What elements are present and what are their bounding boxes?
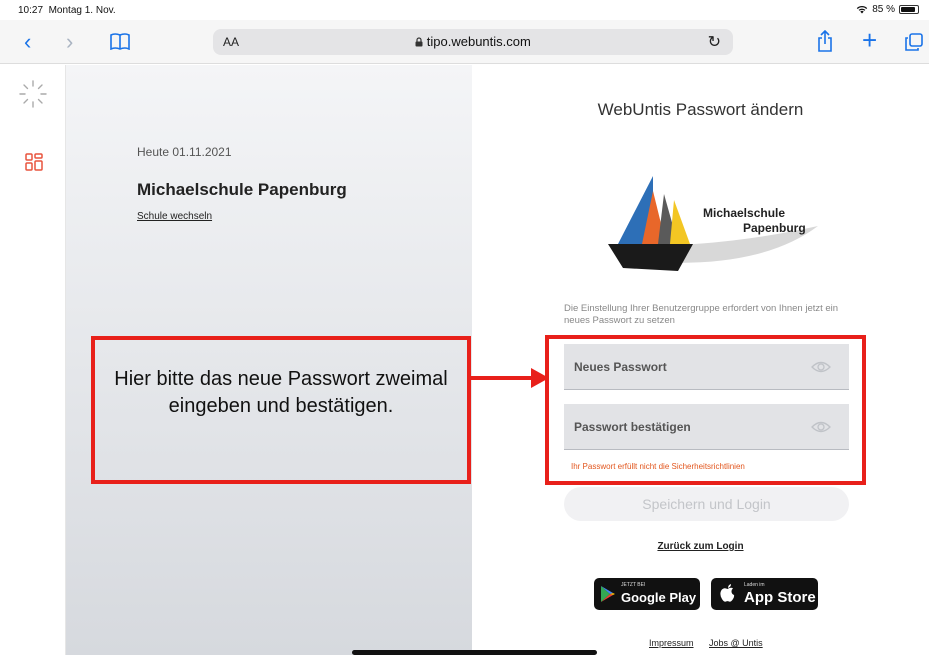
google-play-text: Google Play	[621, 590, 697, 605]
dashboard-grid-icon[interactable]	[25, 153, 43, 171]
annotation-text: Hier bitte das neue Passwort zweimal ein…	[114, 368, 448, 417]
google-play-small-text: JETZT BEI	[621, 582, 646, 588]
save-and-login-button[interactable]: Speichern und Login	[564, 487, 849, 521]
status-bar: 10:27 Montag 1. Nov. 85 %	[0, 0, 929, 20]
lock-icon	[415, 37, 423, 47]
google-play-badge[interactable]: JETZT BEI Google Play	[594, 578, 700, 610]
app-store-badge[interactable]: Laden im App Store	[711, 578, 818, 610]
requirement-info: Die Einstellung Ihrer Benutzergruppe erf…	[564, 303, 839, 326]
share-icon[interactable]	[817, 30, 833, 52]
current-date: Heute 01.11.2021	[137, 145, 232, 159]
battery-percent: 85 %	[872, 4, 895, 15]
status-time: 10:27 Montag 1. Nov.	[18, 5, 116, 16]
reload-icon[interactable]: ↻	[708, 32, 721, 52]
page-title: WebUntis Passwort ändern	[597, 100, 804, 119]
home-indicator	[352, 650, 597, 655]
forward-icon[interactable]: ›	[66, 31, 73, 53]
url-display[interactable]: tipo.webuntis.com	[213, 34, 733, 49]
status-right: 85 %	[856, 4, 919, 15]
loading-spinner-icon	[19, 80, 47, 108]
bookmarks-icon[interactable]	[110, 33, 130, 50]
app-store-small-text: Laden im	[744, 582, 765, 588]
annotation-highlight-box	[545, 335, 866, 485]
sidebar-rail	[0, 65, 66, 655]
jobs-link[interactable]: Jobs @ Untis	[709, 638, 763, 648]
battery-icon	[899, 5, 919, 14]
back-icon[interactable]: ‹	[24, 31, 31, 53]
tabs-icon[interactable]	[905, 33, 923, 51]
logo-text-line2: Papenburg	[743, 221, 806, 235]
new-tab-icon[interactable]: +	[862, 27, 877, 53]
wifi-icon	[857, 6, 868, 14]
logo-text-line1: Michaelschule	[703, 206, 786, 220]
app-store-text: App Store	[744, 589, 816, 606]
impressum-link[interactable]: Impressum	[649, 638, 694, 648]
browser-toolbar: ‹ › AA tipo.webuntis.com ↻ +	[0, 20, 929, 64]
switch-school-link[interactable]: Schule wechseln	[137, 211, 212, 222]
google-play-icon	[601, 586, 615, 602]
school-name: Michaelschule Papenburg	[137, 180, 347, 199]
apple-icon	[720, 584, 735, 602]
back-to-login-link[interactable]: Zurück zum Login	[472, 541, 929, 552]
annotation-arrow-icon	[471, 368, 549, 388]
school-logo: Michaelschule Papenburg	[608, 176, 823, 271]
address-bar[interactable]: AA tipo.webuntis.com ↻	[213, 29, 733, 55]
